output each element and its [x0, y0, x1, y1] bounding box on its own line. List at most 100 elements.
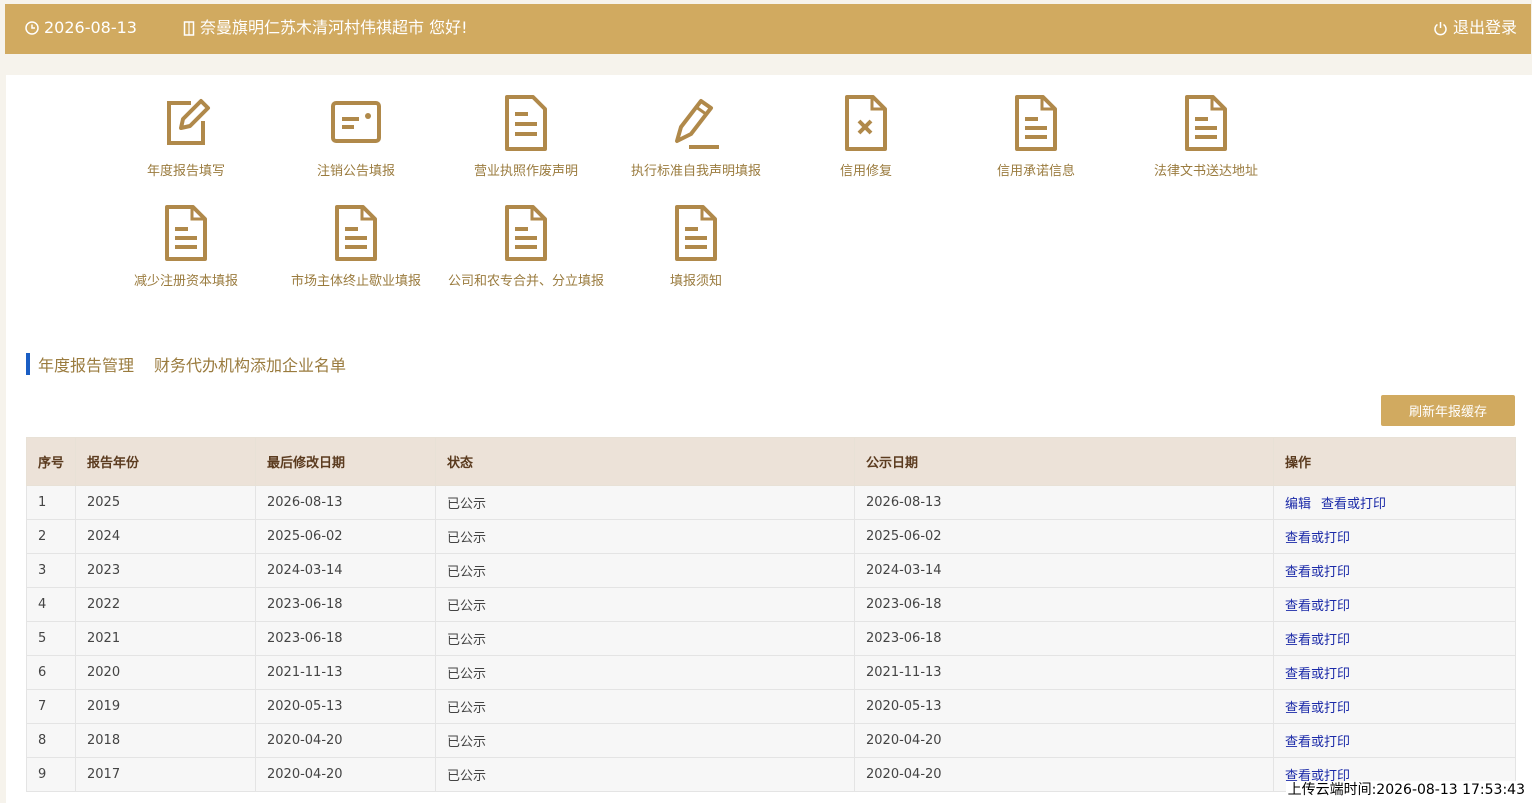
door-icon [183, 20, 195, 36]
cell-no: 7 [26, 689, 76, 724]
column-header: 最后修改日期 [255, 437, 436, 486]
edit-icon [161, 95, 211, 151]
table-row: 4 2022 2023-06-18 已公示 2023-06-18 查看或打印 [26, 587, 1516, 622]
view-print-link[interactable]: 查看或打印 [1285, 531, 1350, 546]
cell-published: 2020-05-13 [854, 689, 1274, 724]
cell-no: 3 [26, 553, 76, 588]
function-label: 公司和农专合并、分立填报 [447, 274, 604, 289]
function-terminate-business[interactable]: 市场主体终止歇业填报 [271, 185, 441, 289]
document-icon [501, 205, 551, 261]
cell-status: 已公示 [435, 757, 855, 792]
function-legal-address[interactable]: 法律文书送达地址 [1121, 75, 1291, 179]
date-display: 2026-08-13 [25, 18, 137, 38]
clock-icon [25, 21, 39, 35]
cell-year: 2021 [75, 621, 256, 656]
view-print-link[interactable]: 查看或打印 [1321, 497, 1386, 512]
pencil-icon [671, 95, 721, 151]
refresh-cache-button[interactable]: 刷新年报缓存 [1381, 395, 1515, 426]
table-row: 1 2025 2026-08-13 已公示 2026-08-13 编辑 查看或打印 [26, 485, 1516, 520]
view-print-link[interactable]: 查看或打印 [1285, 735, 1350, 750]
cell-modified: 2020-04-20 [255, 723, 436, 758]
view-print-link[interactable]: 查看或打印 [1285, 701, 1350, 716]
cell-modified: 2025-06-02 [255, 519, 436, 554]
cell-status: 已公示 [435, 553, 855, 588]
function-credit-commitment[interactable]: 信用承诺信息 [951, 75, 1121, 179]
function-merge-split[interactable]: 公司和农专合并、分立填报 [441, 185, 611, 289]
edit-link[interactable]: 编辑 [1285, 497, 1311, 512]
function-label: 年度报告填写 [146, 164, 225, 179]
power-icon [1433, 21, 1448, 36]
tab-agency-company-list[interactable]: 财务代办机构添加企业名单 [154, 352, 346, 376]
top-bar: 2026-08-13 奈曼旗明仁苏木清河村伟祺超市 您好! 退出登录 [5, 4, 1531, 54]
cell-published: 2025-06-02 [854, 519, 1274, 554]
active-tab-indicator [26, 353, 30, 375]
column-header: 序号 [26, 437, 76, 486]
cell-no: 8 [26, 723, 76, 758]
table-row: 7 2019 2020-05-13 已公示 2020-05-13 查看或打印 [26, 689, 1516, 724]
cell-modified: 2020-04-20 [255, 757, 436, 792]
function-annual-report[interactable]: 年度报告填写 [101, 75, 271, 179]
annual-report-table: 序号 报告年份 最后修改日期 状态 公示日期 操作 1 2025 2026-08-1… [26, 437, 1516, 792]
document-icon [331, 205, 381, 261]
cell-year: 2019 [75, 689, 256, 724]
view-print-link[interactable]: 查看或打印 [1285, 633, 1350, 648]
view-print-link[interactable]: 查看或打印 [1285, 667, 1350, 682]
cell-actions: 编辑 查看或打印 [1273, 485, 1516, 520]
table-row: 2 2024 2025-06-02 已公示 2025-06-02 查看或打印 [26, 519, 1516, 554]
function-credit-repair[interactable]: 信用修复 [781, 75, 951, 179]
function-cancel-notice[interactable]: 注销公告填报 [271, 75, 441, 179]
cell-year: 2023 [75, 553, 256, 588]
cell-no: 2 [26, 519, 76, 554]
cell-status: 已公示 [435, 587, 855, 622]
function-instructions[interactable]: 填报须知 [611, 185, 781, 289]
logout-label: 退出登录 [1452, 18, 1517, 37]
tab-annual-report-management[interactable]: 年度报告管理 [38, 352, 134, 376]
view-print-link[interactable]: 查看或打印 [1285, 599, 1350, 614]
cell-no: 5 [26, 621, 76, 656]
cell-actions: 查看或打印 [1273, 587, 1516, 622]
column-header: 状态 [435, 437, 855, 486]
function-reduce-capital[interactable]: 减少注册资本填报 [101, 185, 271, 289]
function-label: 信用承诺信息 [996, 164, 1075, 179]
cell-no: 1 [26, 485, 76, 520]
table-row: 6 2020 2021-11-13 已公示 2021-11-13 查看或打印 [26, 655, 1516, 690]
cell-published: 2021-11-13 [854, 655, 1274, 690]
table-row: 5 2021 2023-06-18 已公示 2023-06-18 查看或打印 [26, 621, 1516, 656]
function-label: 信用修复 [839, 164, 892, 179]
column-header: 报告年份 [75, 437, 256, 486]
function-license-void[interactable]: 营业执照作废声明 [441, 75, 611, 179]
cell-status: 已公示 [435, 655, 855, 690]
function-label: 注销公告填报 [316, 164, 395, 179]
cell-no: 4 [26, 587, 76, 622]
function-label: 减少注册资本填报 [133, 274, 238, 289]
cell-published: 2020-04-20 [854, 723, 1274, 758]
cell-actions: 查看或打印 [1273, 553, 1516, 588]
document-icon [161, 205, 211, 261]
upload-time: 上传云端时间:2026-08-13 17:53:43 [1285, 781, 1527, 799]
cell-published: 2026-08-13 [854, 485, 1274, 520]
cell-published: 2020-04-20 [854, 757, 1274, 792]
cell-modified: 2023-06-18 [255, 621, 436, 656]
view-print-link[interactable]: 查看或打印 [1285, 565, 1350, 580]
cell-actions: 查看或打印 [1273, 655, 1516, 690]
cell-modified: 2021-11-13 [255, 655, 436, 690]
cell-year: 2020 [75, 655, 256, 690]
cell-modified: 2023-06-18 [255, 587, 436, 622]
document-x-icon [841, 95, 891, 151]
cell-year: 2018 [75, 723, 256, 758]
function-standard-declaration[interactable]: 执行标准自我声明填报 [611, 75, 781, 179]
cell-modified: 2024-03-14 [255, 553, 436, 588]
function-label: 法律文书送达地址 [1153, 164, 1258, 179]
cell-year: 2024 [75, 519, 256, 554]
main-panel: 年度报告填写 注销公告填报 营业执照作废声明 执行标准自我声明填报 信用修复 信… [6, 75, 1532, 803]
function-label: 市场主体终止歇业填报 [290, 274, 421, 289]
table-header-row: 序号 报告年份 最后修改日期 状态 公示日期 操作 [26, 437, 1516, 486]
cell-actions: 查看或打印 [1273, 723, 1516, 758]
cell-actions: 查看或打印 [1273, 621, 1516, 656]
section-tabs: 年度报告管理 财务代办机构添加企业名单 [26, 353, 366, 375]
function-label: 填报须知 [669, 274, 722, 289]
cell-modified: 2020-05-13 [255, 689, 436, 724]
column-header: 公示日期 [854, 437, 1274, 486]
logout-button[interactable]: 退出登录 [1433, 18, 1517, 38]
document-icon [1181, 95, 1231, 151]
